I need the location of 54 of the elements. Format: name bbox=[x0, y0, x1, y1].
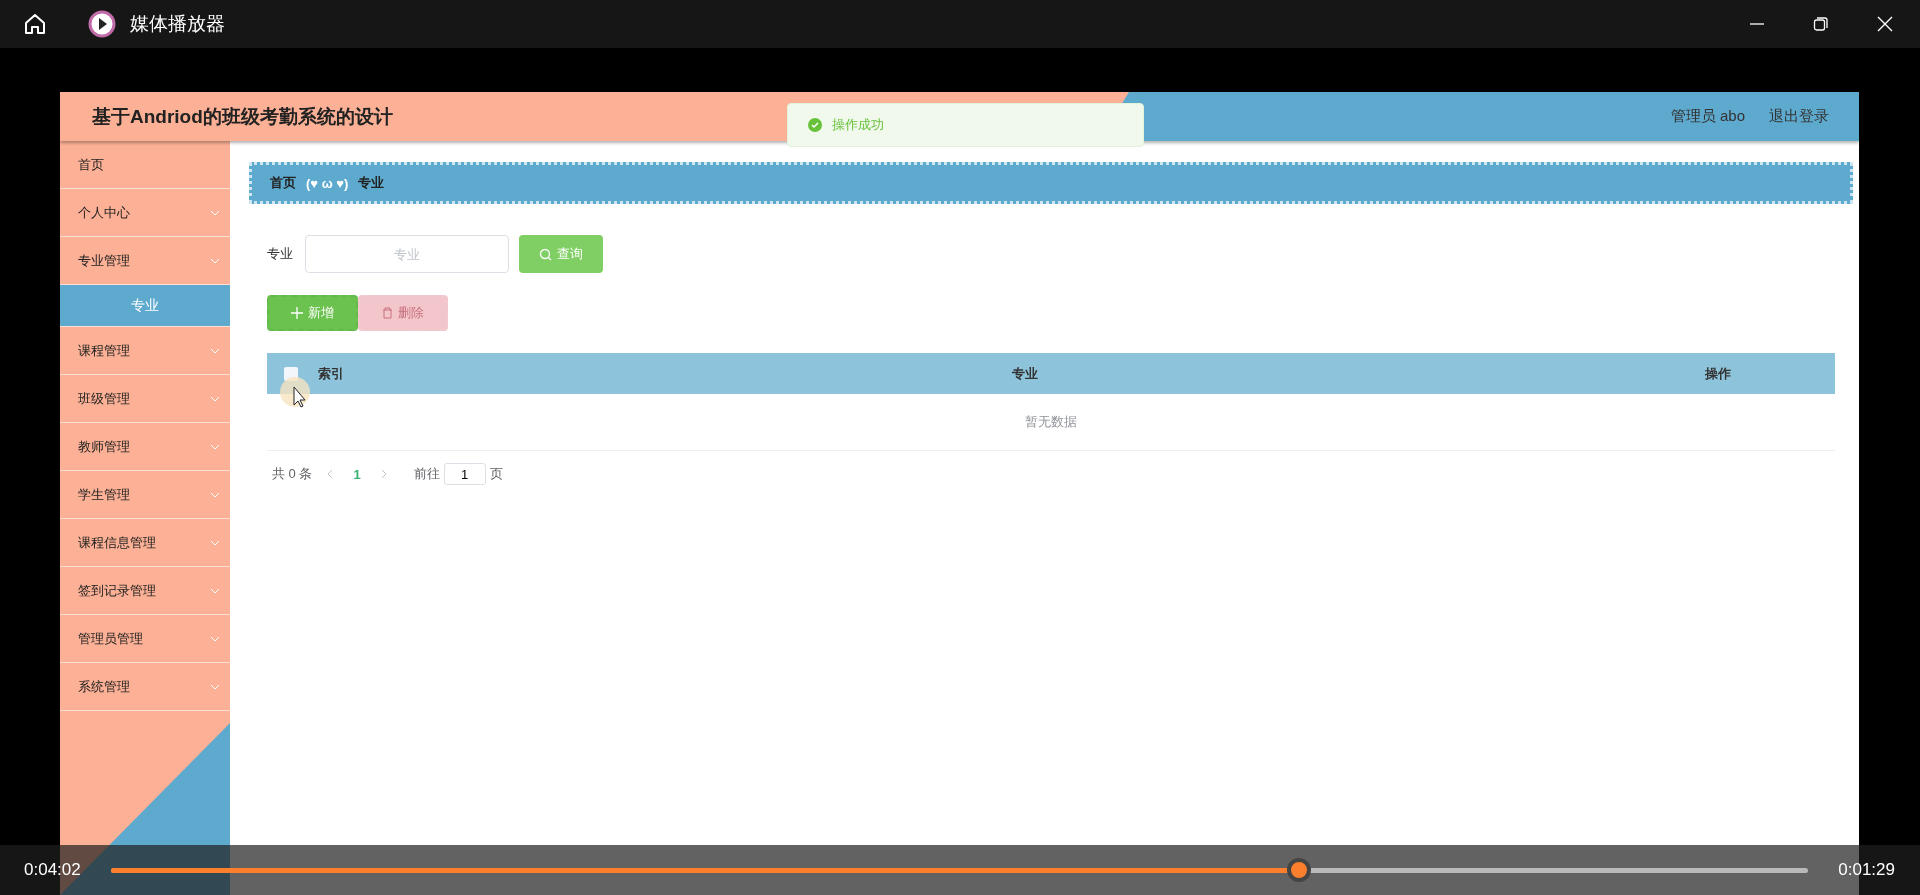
total-count: 共 0 条 bbox=[272, 465, 313, 483]
sidebar-item[interactable]: 首页 bbox=[60, 141, 230, 189]
search-label: 专业 bbox=[267, 245, 293, 263]
seek-handle[interactable] bbox=[1287, 858, 1311, 882]
chevron-down-icon bbox=[210, 347, 220, 354]
sidebar-item[interactable]: 教师管理 bbox=[60, 423, 230, 471]
sidebar-item[interactable]: 课程管理 bbox=[60, 327, 230, 375]
chevron-down-icon bbox=[210, 539, 220, 546]
chevron-down-icon bbox=[210, 491, 220, 498]
breadcrumb-item[interactable]: 专业 bbox=[358, 174, 385, 192]
chevron-down-icon bbox=[210, 209, 220, 216]
play-logo-icon bbox=[88, 10, 116, 38]
search-field[interactable]: 专业 bbox=[305, 235, 509, 273]
chevron-down-icon bbox=[210, 443, 220, 450]
column-header: 操作 bbox=[1705, 364, 1731, 383]
user-label: 管理员 abo bbox=[1670, 107, 1745, 126]
page-suffix: 页 bbox=[489, 465, 503, 483]
empty-text: 暂无数据 bbox=[1025, 413, 1077, 431]
sidebar-item[interactable]: 签到记录管理 bbox=[60, 567, 230, 615]
check-circle-icon bbox=[808, 118, 822, 132]
restore-icon bbox=[1813, 16, 1829, 32]
chevron-down-icon bbox=[210, 635, 220, 642]
sidebar-item[interactable]: 学生管理 bbox=[60, 471, 230, 519]
toast-message: 操作成功 bbox=[832, 116, 884, 134]
plus-icon bbox=[291, 307, 303, 319]
app-title: 基于Andriod的班级考勤系统的设计 bbox=[92, 104, 393, 129]
close-icon bbox=[1876, 15, 1894, 33]
page-input[interactable]: 1 bbox=[443, 463, 486, 485]
home-button[interactable] bbox=[22, 11, 48, 37]
goto-label: 前往 bbox=[413, 465, 440, 483]
breadcrumb-item[interactable]: 首页 bbox=[270, 174, 296, 192]
trash-icon bbox=[382, 307, 393, 319]
search-icon bbox=[539, 247, 552, 261]
sidebar-item[interactable]: 班级管理 bbox=[60, 375, 230, 423]
chevron-down-icon bbox=[210, 683, 220, 690]
sidebar-item[interactable]: 课程信息管理 bbox=[60, 519, 230, 567]
chevron-left-icon bbox=[326, 468, 334, 479]
remaining-time: 0:01:29 bbox=[1838, 860, 1895, 880]
logout-link[interactable]: 退出登录 bbox=[1769, 107, 1829, 126]
column-header: 专业 bbox=[1011, 364, 1038, 383]
select-all-checkbox[interactable] bbox=[284, 366, 298, 381]
column-header: 索引 bbox=[318, 364, 344, 383]
seek-bar[interactable] bbox=[110, 857, 1809, 883]
breadcrumb-separator: (♥ ω ♥) bbox=[306, 175, 349, 191]
sidebar-item[interactable]: 管理员管理 bbox=[60, 615, 230, 663]
chevron-down-icon bbox=[210, 587, 220, 594]
chevron-right-icon bbox=[380, 468, 388, 479]
elapsed-time: 0:04:02 bbox=[24, 860, 81, 880]
chevron-down-icon bbox=[210, 257, 220, 264]
minimize-icon bbox=[1749, 23, 1765, 25]
window-title: 媒体播放器 bbox=[130, 12, 225, 36]
sidebar-item[interactable]: 系统管理 bbox=[60, 663, 230, 711]
sidebar-item[interactable]: 个人中心 bbox=[60, 189, 230, 237]
chevron-down-icon bbox=[210, 395, 220, 402]
